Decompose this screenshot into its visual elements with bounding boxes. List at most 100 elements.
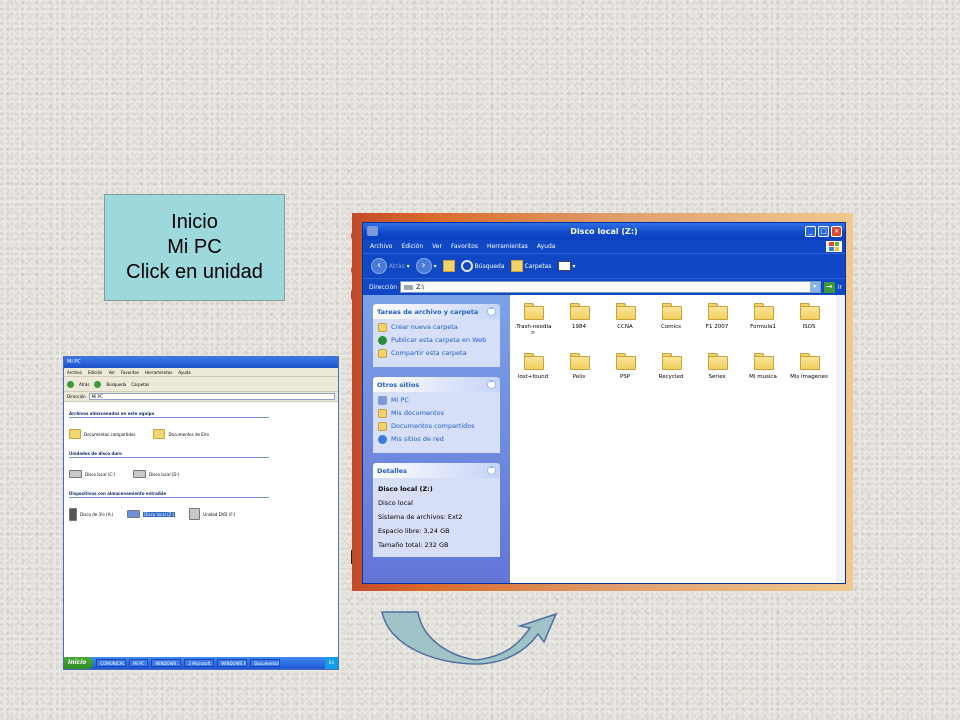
drive-z-item[interactable]: Disco local (Z:) <box>127 510 176 518</box>
menu-archivo[interactable]: Archivo <box>370 243 392 250</box>
forward-button[interactable]: › ▾ <box>415 258 437 274</box>
globe-icon <box>378 336 387 345</box>
instruction-box: Inicio Mi PC Click en unidad <box>104 194 285 301</box>
folder-item[interactable]: Pelis <box>556 351 602 395</box>
menu-ver[interactable]: Ver <box>432 243 442 250</box>
mypc-address-field[interactable]: Mi PC <box>88 393 335 400</box>
taskbar-item[interactable]: WINDOWS X... <box>217 659 248 667</box>
mypc-section-title: Dispositivos con almacenamiento extraíbl… <box>69 491 269 498</box>
my-computer-link[interactable]: Mi PC <box>378 396 495 408</box>
folder-item[interactable]: Mis imagenes <box>786 351 832 395</box>
file-tasks-header[interactable]: Tareas de archivo y carpeta ˆ <box>373 304 500 319</box>
taskbar-item[interactable]: Documento1 ... <box>250 659 281 667</box>
floppy-drive-item[interactable]: Disco de 3½ (A:) <box>69 507 113 521</box>
folder-icon <box>662 303 682 320</box>
file-tasks-title: Tareas de archivo y carpeta <box>377 307 479 316</box>
details-header[interactable]: Detalles ˆ <box>373 463 500 478</box>
share-folder-link[interactable]: Compartir esta carpeta <box>378 349 495 361</box>
folder-item[interactable]: PSP <box>602 351 648 395</box>
address-dropdown-icon[interactable]: ▾ <box>809 282 820 292</box>
mypc-menu-ver[interactable]: Ver <box>108 370 115 375</box>
folder-item[interactable]: CCNA <box>602 301 648 345</box>
dvd-drive-item[interactable]: Unidad DVD (F:) <box>189 508 235 520</box>
menu-ayuda[interactable]: Ayuda <box>537 243 556 250</box>
folder-icon <box>800 303 820 320</box>
new-folder-label: Crear nueva carpeta <box>391 323 458 331</box>
mypc-menu-ayuda[interactable]: Ayuda <box>178 370 190 375</box>
folder-item[interactable]: 1984 <box>556 301 602 345</box>
folders-button[interactable]: Carpetas <box>510 260 552 272</box>
mypc-search-button[interactable]: Búsqueda <box>106 382 126 387</box>
back-button[interactable]: ‹ Atrás ▾ <box>371 258 410 274</box>
folder-item[interactable]: F1 2007 <box>694 301 740 345</box>
drive-c-item[interactable]: Disco local (C:) <box>69 470 115 478</box>
mypc-content: Archivos almacenados en este equipo Docu… <box>64 402 338 530</box>
folder-item[interactable]: Series <box>694 351 740 395</box>
new-folder-link[interactable]: Crear nueva carpeta <box>378 323 495 335</box>
mypc-title: Mi PC <box>67 359 81 365</box>
shared-documents-link[interactable]: Documentos compartidos <box>378 422 495 434</box>
folder-label: F1 2007 <box>705 324 729 330</box>
file-list: .Trash-neodia n 1984 CCNA Comics F1 2007 Form… <box>510 295 845 583</box>
mypc-menu-herramientas[interactable]: Herramientas <box>145 370 172 375</box>
folder-icon <box>69 429 81 439</box>
search-button[interactable]: Búsqueda <box>460 260 505 272</box>
user-docs-item[interactable]: Documentos de Elro <box>153 429 209 439</box>
collapse-chevron-icon[interactable]: ˆ <box>487 307 496 316</box>
folder-icon <box>708 303 728 320</box>
go-arrow-icon[interactable]: → <box>823 281 835 293</box>
forward-icon[interactable] <box>94 380 102 388</box>
taskbar-item[interactable]: COMUNICAC... <box>96 659 127 667</box>
start-button[interactable]: Inicio <box>64 657 94 669</box>
details-filesystem: Sistema de archivos: Ext2 <box>378 513 463 521</box>
menu-herramientas[interactable]: Herramientas <box>487 243 528 250</box>
folder-label: .Trash-neodia n <box>514 324 552 336</box>
instruction-line-2: Mi PC <box>167 236 222 258</box>
collapse-chevron-icon[interactable]: ˆ <box>487 380 496 389</box>
address-field[interactable]: Z:\ ▾ <box>400 281 821 293</box>
menu-edicion[interactable]: Edición <box>401 243 423 250</box>
go-button[interactable]: Ir <box>838 284 842 291</box>
drive-d-item[interactable]: Disco local (D:) <box>133 470 179 478</box>
explorer-title-bar[interactable]: Disco local (Z:) _ □ × <box>363 223 845 240</box>
folder-icon <box>153 429 166 439</box>
folder-item[interactable]: .Trash-neodia n <box>510 301 556 345</box>
views-button[interactable]: ▾ <box>557 261 576 271</box>
folder-item[interactable]: lost+found <box>510 351 556 395</box>
folder-item[interactable]: Mi musica <box>740 351 786 395</box>
dvd-label: Unidad DVD (F:) <box>203 511 236 517</box>
scrollbar[interactable] <box>836 295 845 583</box>
back-label: Atrás <box>389 262 405 270</box>
collapse-chevron-icon[interactable]: ˆ <box>487 466 496 475</box>
my-documents-link[interactable]: Mis documentos <box>378 409 495 421</box>
mypc-menu-favoritos[interactable]: Favoritos <box>121 370 139 375</box>
explorer-toolbar: ‹ Atrás ▾ › ▾ Búsqueda Carpetas ▾ <box>363 253 845 279</box>
taskbar-item[interactable]: WINDOWS ... <box>151 659 182 667</box>
back-icon[interactable] <box>67 380 74 388</box>
mypc-menu-edicion[interactable]: Edición <box>88 370 102 375</box>
folder-item[interactable]: Recycled <box>648 351 694 395</box>
user-docs-label: Documentos de Elro <box>168 431 209 437</box>
drive-z-label: Disco local (Z:) <box>143 511 176 517</box>
folder-item[interactable]: Formula1 <box>740 301 786 345</box>
mypc-folders-button[interactable]: Carpetas <box>131 382 149 387</box>
shared-docs-item[interactable]: Documentos compartidos <box>69 429 135 439</box>
folder-item[interactable]: ISOS <box>786 301 832 345</box>
folder-item[interactable]: Comics <box>648 301 694 345</box>
mypc-back-label[interactable]: Atrás <box>79 382 89 387</box>
task-pane: Tareas de archivo y carpeta ˆ Crear nuev… <box>363 295 510 583</box>
mypc-menu-archivo[interactable]: Archivo <box>67 370 82 375</box>
menu-favoritos[interactable]: Favoritos <box>451 243 478 250</box>
folder-icon <box>524 303 544 320</box>
taskbar-item[interactable]: 2 Microsoft ... <box>184 659 215 667</box>
up-folder-button[interactable] <box>442 260 455 272</box>
folder-label: Pelis <box>572 374 586 380</box>
taskbar-item[interactable]: Mi PC <box>129 659 149 667</box>
network-places-link[interactable]: Mis sitios de red <box>378 435 495 447</box>
views-icon <box>557 261 571 271</box>
my-computer-label: Mi PC <box>391 396 409 404</box>
other-places-header[interactable]: Otros sitios ˆ <box>373 377 500 392</box>
folder-label: Formula1 <box>750 324 776 330</box>
publish-web-link[interactable]: Publicar esta carpeta en Web <box>378 336 495 348</box>
search-label: Búsqueda <box>474 262 505 270</box>
